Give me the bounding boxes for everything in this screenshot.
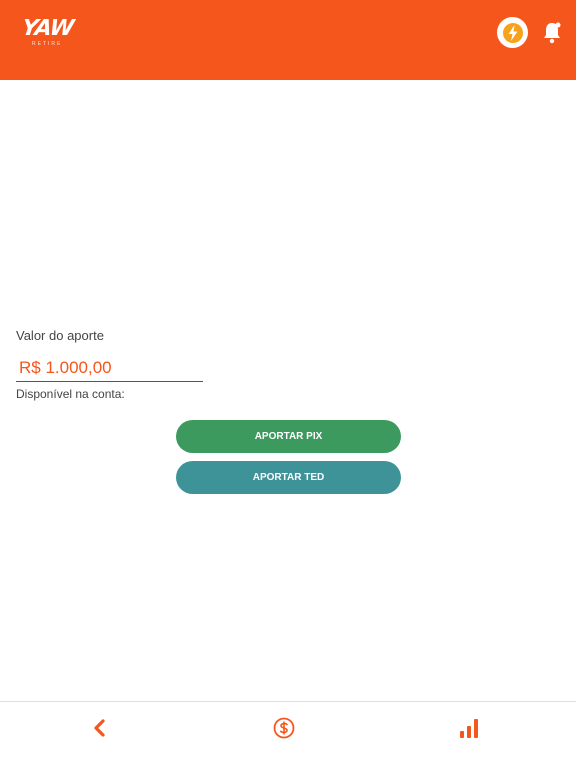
app-header: YAW RETIRE [0, 0, 576, 80]
lightning-button[interactable] [497, 17, 528, 48]
bell-icon [544, 22, 561, 44]
app-logo[interactable]: YAW RETIRE [20, 16, 82, 48]
logo-subtext: RETIRE [32, 41, 63, 47]
performance-button[interactable] [451, 710, 487, 746]
available-balance-label: Disponível na conta: [16, 387, 125, 401]
amount-input[interactable] [16, 354, 203, 382]
bar-chart-icon [460, 719, 478, 738]
notifications-button[interactable] [540, 20, 564, 46]
amount-label: Valor do aporte [16, 328, 104, 343]
back-button[interactable] [82, 710, 118, 746]
lightning-icon [502, 22, 523, 43]
aportar-ted-button[interactable]: APORTAR TED [176, 461, 401, 494]
logo-text: YAW [20, 16, 75, 41]
aportar-pix-button[interactable]: APORTAR PIX [176, 420, 401, 453]
dollar-circle-icon [273, 717, 295, 739]
bottom-navigation [0, 701, 576, 768]
contributions-button[interactable] [266, 710, 302, 746]
chevron-left-icon [94, 719, 105, 737]
